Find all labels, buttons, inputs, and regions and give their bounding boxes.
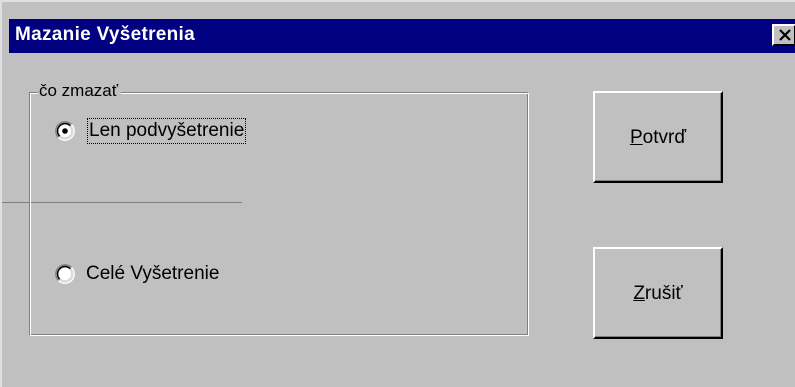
confirm-button[interactable]: Potvrď	[593, 91, 723, 183]
cancel-button[interactable]: Zrušiť	[593, 247, 723, 339]
radio-dot	[62, 128, 68, 134]
radio-whole-examination[interactable]	[55, 264, 75, 284]
groupbox-legend: čo zmazať	[38, 81, 122, 101]
radio-sub-examination[interactable]	[55, 121, 75, 141]
radio-label-whole-examination[interactable]: Celé Vyšetrenie	[86, 263, 219, 285]
delete-examination-dialog: Mazanie Vyšetrenia čo zmazať Len podvyše…	[0, 0, 795, 387]
close-icon	[779, 29, 791, 41]
close-button[interactable]	[772, 24, 795, 46]
confirm-button-label: Potvrď	[629, 127, 687, 148]
title-bar: Mazanie Vyšetrenia	[9, 19, 795, 53]
cancel-button-label: Zrušiť	[633, 283, 683, 304]
dialog-title: Mazanie Vyšetrenia	[15, 24, 195, 45]
radio-label-sub-examination[interactable]: Len podvyšetrenie	[86, 118, 247, 144]
